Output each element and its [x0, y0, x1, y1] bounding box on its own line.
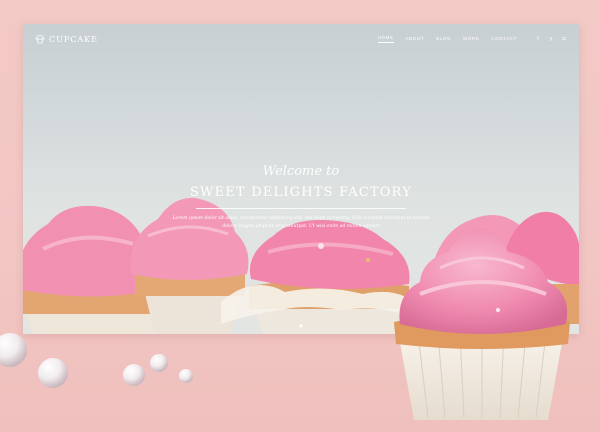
- main-nav: HOME ABOUT BLOG WORK CONTACT f y ◘: [377, 35, 567, 43]
- brand-logo[interactable]: CUPCAKE: [35, 34, 98, 44]
- facebook-icon[interactable]: f: [535, 36, 541, 42]
- hero-headline: SWEET DELIGHTS FACTORY: [189, 185, 413, 200]
- nav-work[interactable]: WORK: [463, 36, 479, 43]
- decorative-pearls: [0, 333, 193, 388]
- nav-about[interactable]: ABOUT: [406, 36, 425, 43]
- twitter-icon[interactable]: y: [548, 36, 554, 42]
- cupcake-logo-icon: [35, 35, 45, 44]
- nav-contact[interactable]: CONTACT: [491, 36, 517, 43]
- top-navbar: CUPCAKE HOME ABOUT BLOG WORK CONTACT f y…: [23, 24, 579, 54]
- instagram-icon[interactable]: ◘: [561, 36, 567, 42]
- hero-divider: [196, 208, 406, 209]
- hero-welcome: Welcome to: [262, 164, 340, 179]
- hero-section: Welcome to SWEET DELIGHTS FACTORY Lorem …: [23, 164, 579, 231]
- nav-home[interactable]: HOME: [377, 35, 394, 43]
- social-links: f y ◘: [535, 36, 567, 42]
- brand-name: CUPCAKE: [49, 34, 98, 44]
- scroll-indicator[interactable]: [299, 324, 303, 328]
- foreground-cupcake: [394, 228, 570, 420]
- nav-blog[interactable]: BLOG: [436, 36, 451, 43]
